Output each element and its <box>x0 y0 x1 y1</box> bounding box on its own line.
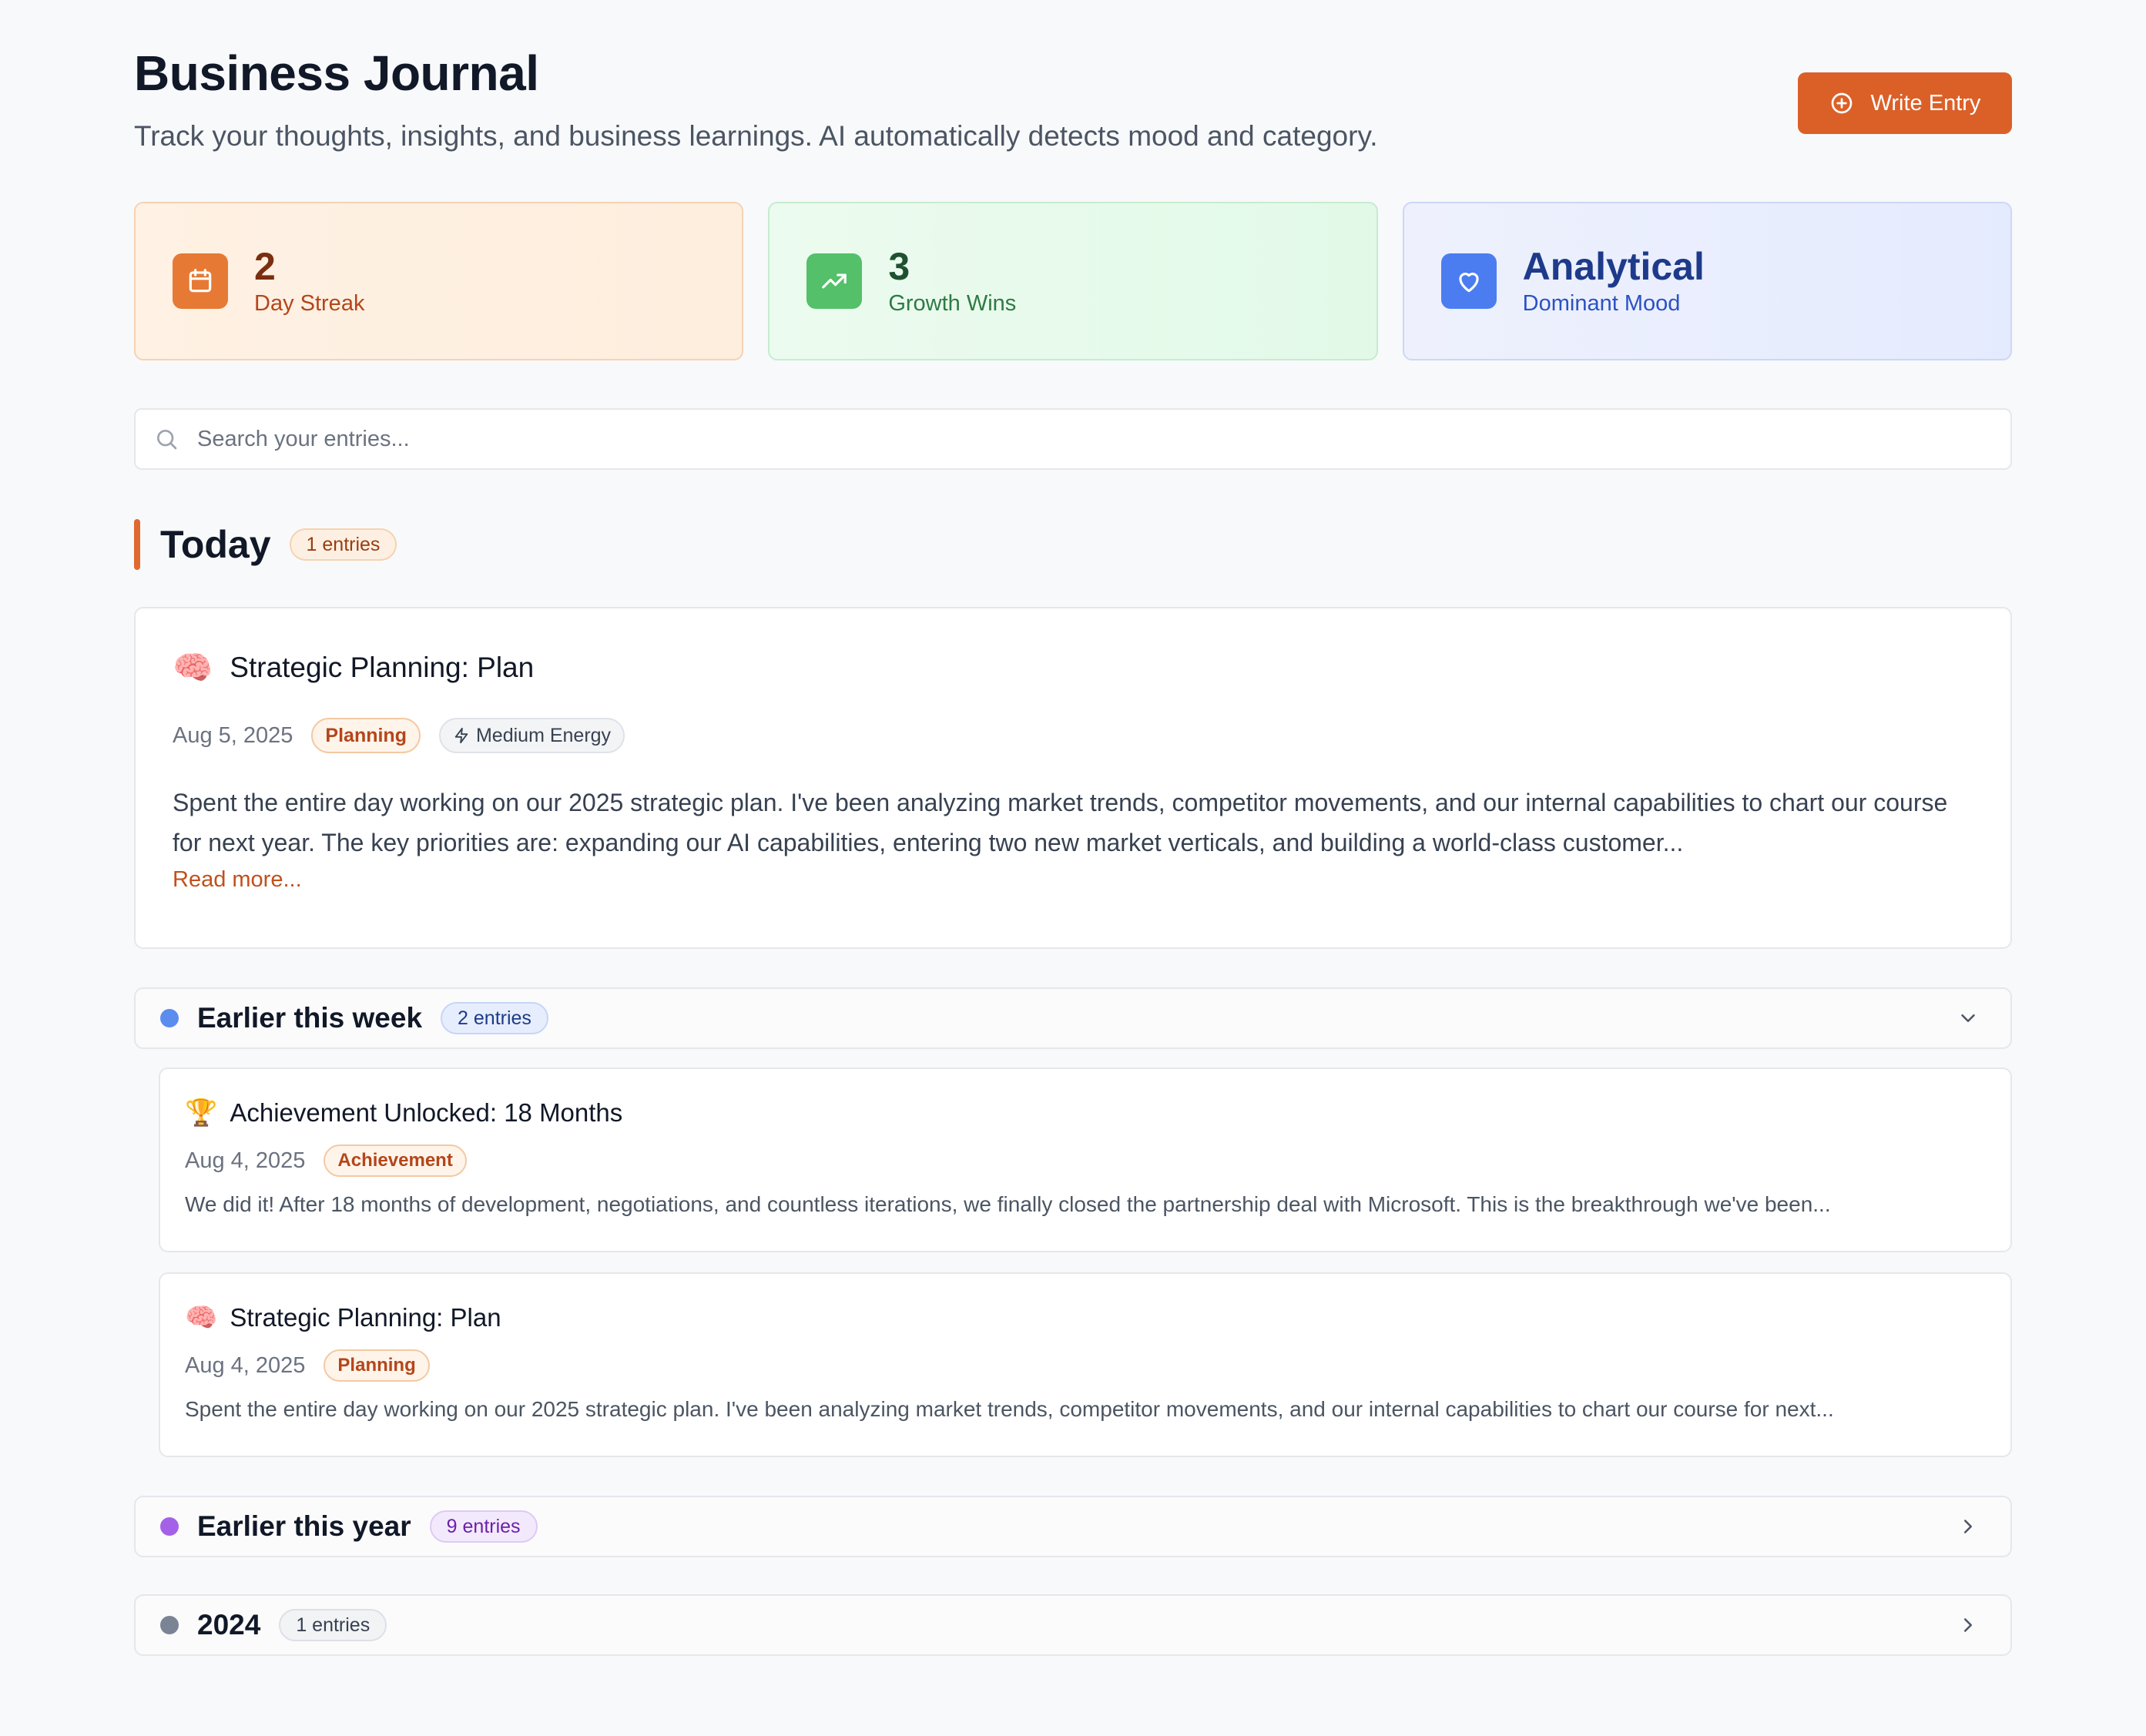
today-section-header: Today 1 entries <box>134 519 2012 570</box>
entry-title: Strategic Planning: Plan <box>230 1303 501 1332</box>
chevron-right-icon[interactable] <box>1957 1614 1980 1637</box>
stats-row: 2 Day Streak 3 Growth Wins Analytical Do… <box>134 202 2012 360</box>
write-entry-label: Write Entry <box>1870 90 1981 116</box>
group-dot <box>160 1009 179 1027</box>
entry-meta: Aug 5, 2025 Planning Medium Energy <box>173 718 1973 753</box>
list-item[interactable]: 🏆 Achievement Unlocked: 18 Months Aug 4,… <box>159 1067 2012 1252</box>
group-title: Earlier this week <box>197 1002 423 1034</box>
plus-circle-icon <box>1831 92 1852 114</box>
entry-date: Aug 5, 2025 <box>173 722 293 748</box>
page-header: Business Journal Track your thoughts, in… <box>134 0 2012 202</box>
brain-icon: 🧠 <box>185 1303 218 1332</box>
group-count-badge: 1 entries <box>279 1609 387 1641</box>
group-count-badge: 2 entries <box>441 1002 548 1034</box>
group-count-badge: 9 entries <box>429 1510 538 1543</box>
stat-card-day-streak: 2 Day Streak <box>134 202 744 360</box>
today-count-badge: 1 entries <box>289 528 397 561</box>
energy-label: Medium Energy <box>475 724 612 746</box>
category-badge: Planning <box>324 1349 430 1382</box>
entry-title: Strategic Planning: Plan <box>230 652 535 683</box>
energy-badge: Medium Energy <box>438 718 625 753</box>
search-icon <box>157 430 177 450</box>
stat-label: Day Streak <box>254 291 365 316</box>
chevron-down-icon[interactable] <box>1957 1007 1980 1030</box>
group-earlier-this-year[interactable]: Earlier this year 9 entries <box>134 1496 2012 1557</box>
stat-label: Dominant Mood <box>1522 291 1681 316</box>
write-entry-button[interactable]: Write Entry <box>1798 72 2012 134</box>
group-dot <box>160 1517 179 1536</box>
trending-up-icon <box>806 253 863 309</box>
entry-meta: Aug 4, 2025 Planning <box>185 1349 1986 1382</box>
stat-value: 2 <box>254 245 276 288</box>
group-dot <box>160 1616 179 1634</box>
journal-page: Business Journal Track your thoughts, in… <box>0 0 2146 1736</box>
page-subtitle: Track your thoughts, insights, and busin… <box>134 120 1378 152</box>
category-badge: Planning <box>311 718 421 753</box>
calendar-icon <box>173 253 228 309</box>
group-earlier-this-week[interactable]: Earlier this week 2 entries <box>134 987 2012 1049</box>
stat-card-growth-wins: 3 Growth Wins <box>768 202 1378 360</box>
brain-icon: 🧠 <box>173 649 213 685</box>
category-badge: Achievement <box>324 1144 467 1177</box>
list-item[interactable]: 🧠 Strategic Planning: Plan Aug 4, 2025 P… <box>159 1272 2012 1457</box>
lightning-icon <box>454 727 468 744</box>
entry-body: Spent the entire day working on our 2025… <box>173 789 1948 856</box>
group-title: Earlier this year <box>197 1510 411 1542</box>
today-accent-bar <box>134 519 140 570</box>
entry-body: Spent the entire day working on our 2025… <box>185 1397 1834 1421</box>
read-more-link[interactable]: Read more... <box>173 867 302 893</box>
entry-meta: Aug 4, 2025 Achievement <box>185 1144 1986 1177</box>
trophy-icon: 🏆 <box>185 1098 218 1128</box>
stat-value: 3 <box>888 245 910 288</box>
group-2024[interactable]: 2024 1 entries <box>134 1594 2012 1656</box>
today-title: Today <box>160 523 271 566</box>
chevron-right-icon[interactable] <box>1957 1515 1980 1538</box>
group-title: 2024 <box>197 1609 261 1640</box>
heart-icon <box>1440 253 1497 309</box>
entry-title-row: 🏆 Achievement Unlocked: 18 Months <box>185 1098 1986 1128</box>
today-entry-card[interactable]: 🧠 Strategic Planning: Plan Aug 5, 2025 P… <box>134 607 2012 949</box>
entry-date: Aug 4, 2025 <box>185 1148 306 1173</box>
entry-date: Aug 4, 2025 <box>185 1352 306 1378</box>
search-input[interactable] <box>197 426 2010 452</box>
search-bar[interactable] <box>134 408 2012 470</box>
week-entries-list: 🏆 Achievement Unlocked: 18 Months Aug 4,… <box>159 1067 2012 1457</box>
page-title: Business Journal <box>134 45 539 101</box>
entry-body: We did it! After 18 months of developmen… <box>185 1192 1831 1216</box>
stat-label: Growth Wins <box>888 291 1017 316</box>
entry-title-row: 🧠 Strategic Planning: Plan <box>173 652 1973 684</box>
stat-value: Analytical <box>1522 245 1705 288</box>
entry-title: Achievement Unlocked: 18 Months <box>230 1098 623 1127</box>
stat-card-dominant-mood: Analytical Dominant Mood <box>1402 202 2012 360</box>
entry-title-row: 🧠 Strategic Planning: Plan <box>185 1303 1986 1332</box>
